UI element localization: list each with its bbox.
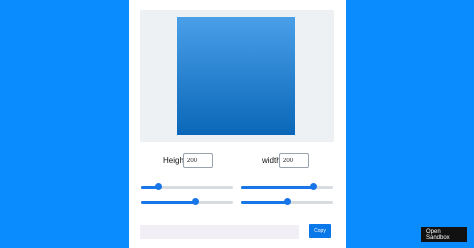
copy-button[interactable]: Copy (309, 224, 331, 238)
slider-4[interactable] (241, 198, 333, 206)
slider-thumb[interactable] (309, 183, 317, 190)
slider-3[interactable] (141, 198, 233, 206)
sandbox-label-line2: Sandbox (426, 235, 450, 241)
gradient-preview-box (177, 17, 295, 135)
slider-fill (241, 201, 287, 204)
generator-card: Height width Copy (129, 0, 346, 248)
slider-2[interactable] (241, 183, 333, 191)
slider-fill (241, 186, 313, 189)
width-input[interactable] (279, 153, 309, 168)
slider-thumb[interactable] (284, 198, 291, 205)
slider-fill (141, 201, 196, 204)
height-input[interactable] (183, 153, 213, 168)
width-label: width (262, 156, 281, 165)
preview-area (140, 10, 334, 142)
slider-1[interactable] (141, 183, 233, 191)
open-sandbox-button[interactable]: Open Sandbox (421, 227, 467, 242)
css-output-field[interactable] (140, 225, 299, 239)
